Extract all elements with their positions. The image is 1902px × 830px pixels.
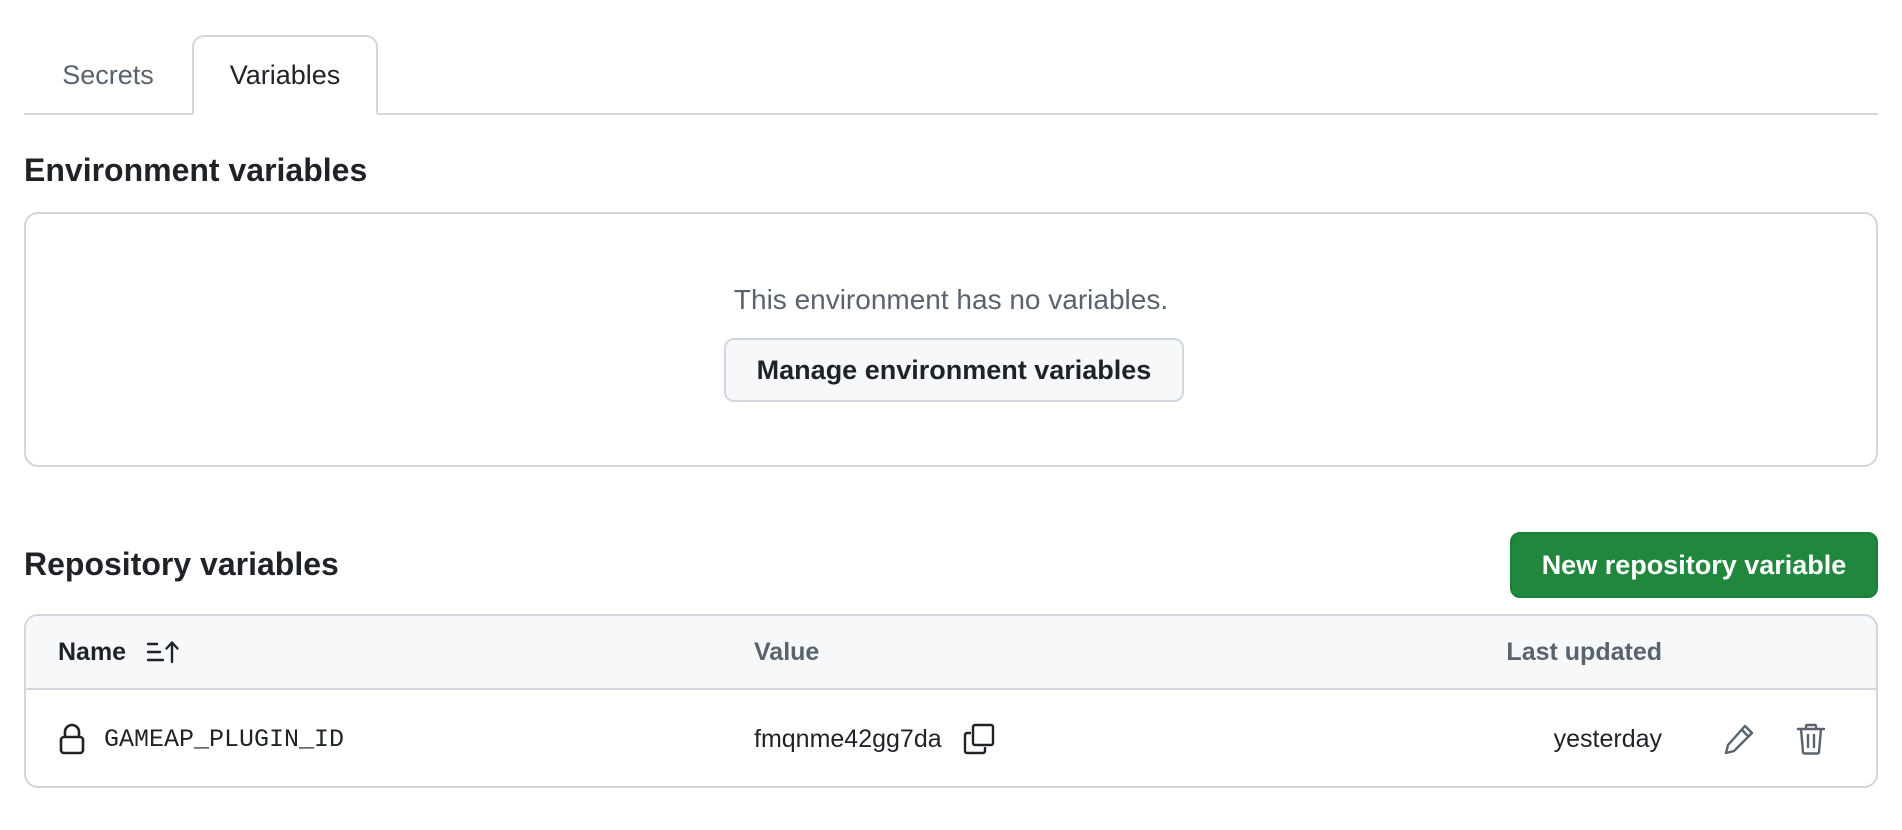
repository-variables-table: Name Value Last updated GAMEAP_PLUGIN_ID… xyxy=(24,614,1878,788)
variable-name-cell: GAMEAP_PLUGIN_ID xyxy=(58,690,345,786)
environment-empty-message: This environment has no variables. xyxy=(733,284,1169,315)
content-area: Secrets Variables Environment variables … xyxy=(24,0,1878,788)
tab-secrets-label: Secrets xyxy=(62,59,154,90)
trash-icon[interactable] xyxy=(1794,722,1828,756)
column-header-last-updated: Last updated xyxy=(1506,637,1662,666)
column-name-label: Name xyxy=(58,637,127,666)
tab-variables-label: Variables xyxy=(229,59,341,90)
column-header-name: Name xyxy=(58,616,180,688)
variables-settings-page: Secrets Variables Environment variables … xyxy=(0,0,1902,830)
repository-variables-heading: Repository variables xyxy=(24,546,339,582)
environment-variables-heading: Environment variables xyxy=(24,152,368,188)
table-row: GAMEAP_PLUGIN_ID fmqnme42gg7da yesterday xyxy=(26,690,1876,786)
sort-ascending-icon[interactable] xyxy=(146,639,180,665)
variable-name: GAMEAP_PLUGIN_ID xyxy=(104,724,345,754)
variable-last-updated-cell: yesterday xyxy=(1553,690,1662,786)
table-header: Name Value Last updated xyxy=(26,616,1876,690)
new-repository-variable-button[interactable]: New repository variable xyxy=(1510,532,1878,598)
tab-variables[interactable]: Variables xyxy=(192,35,378,115)
manage-environment-variables-button[interactable]: Manage environment variables xyxy=(724,338,1184,402)
environment-variables-empty-box: This environment has no variables. Manag… xyxy=(24,212,1878,467)
variable-value-cell: fmqnme42gg7da xyxy=(754,690,996,786)
tab-bar: Secrets Variables xyxy=(24,0,1878,115)
tab-secrets[interactable]: Secrets xyxy=(24,35,192,115)
column-header-value: Value xyxy=(754,637,820,666)
lock-icon xyxy=(59,723,85,755)
variable-last-updated: yesterday xyxy=(1553,724,1662,753)
pencil-icon[interactable] xyxy=(1722,722,1756,756)
copy-icon[interactable] xyxy=(962,722,996,756)
variable-value: fmqnme42gg7da xyxy=(754,724,942,753)
